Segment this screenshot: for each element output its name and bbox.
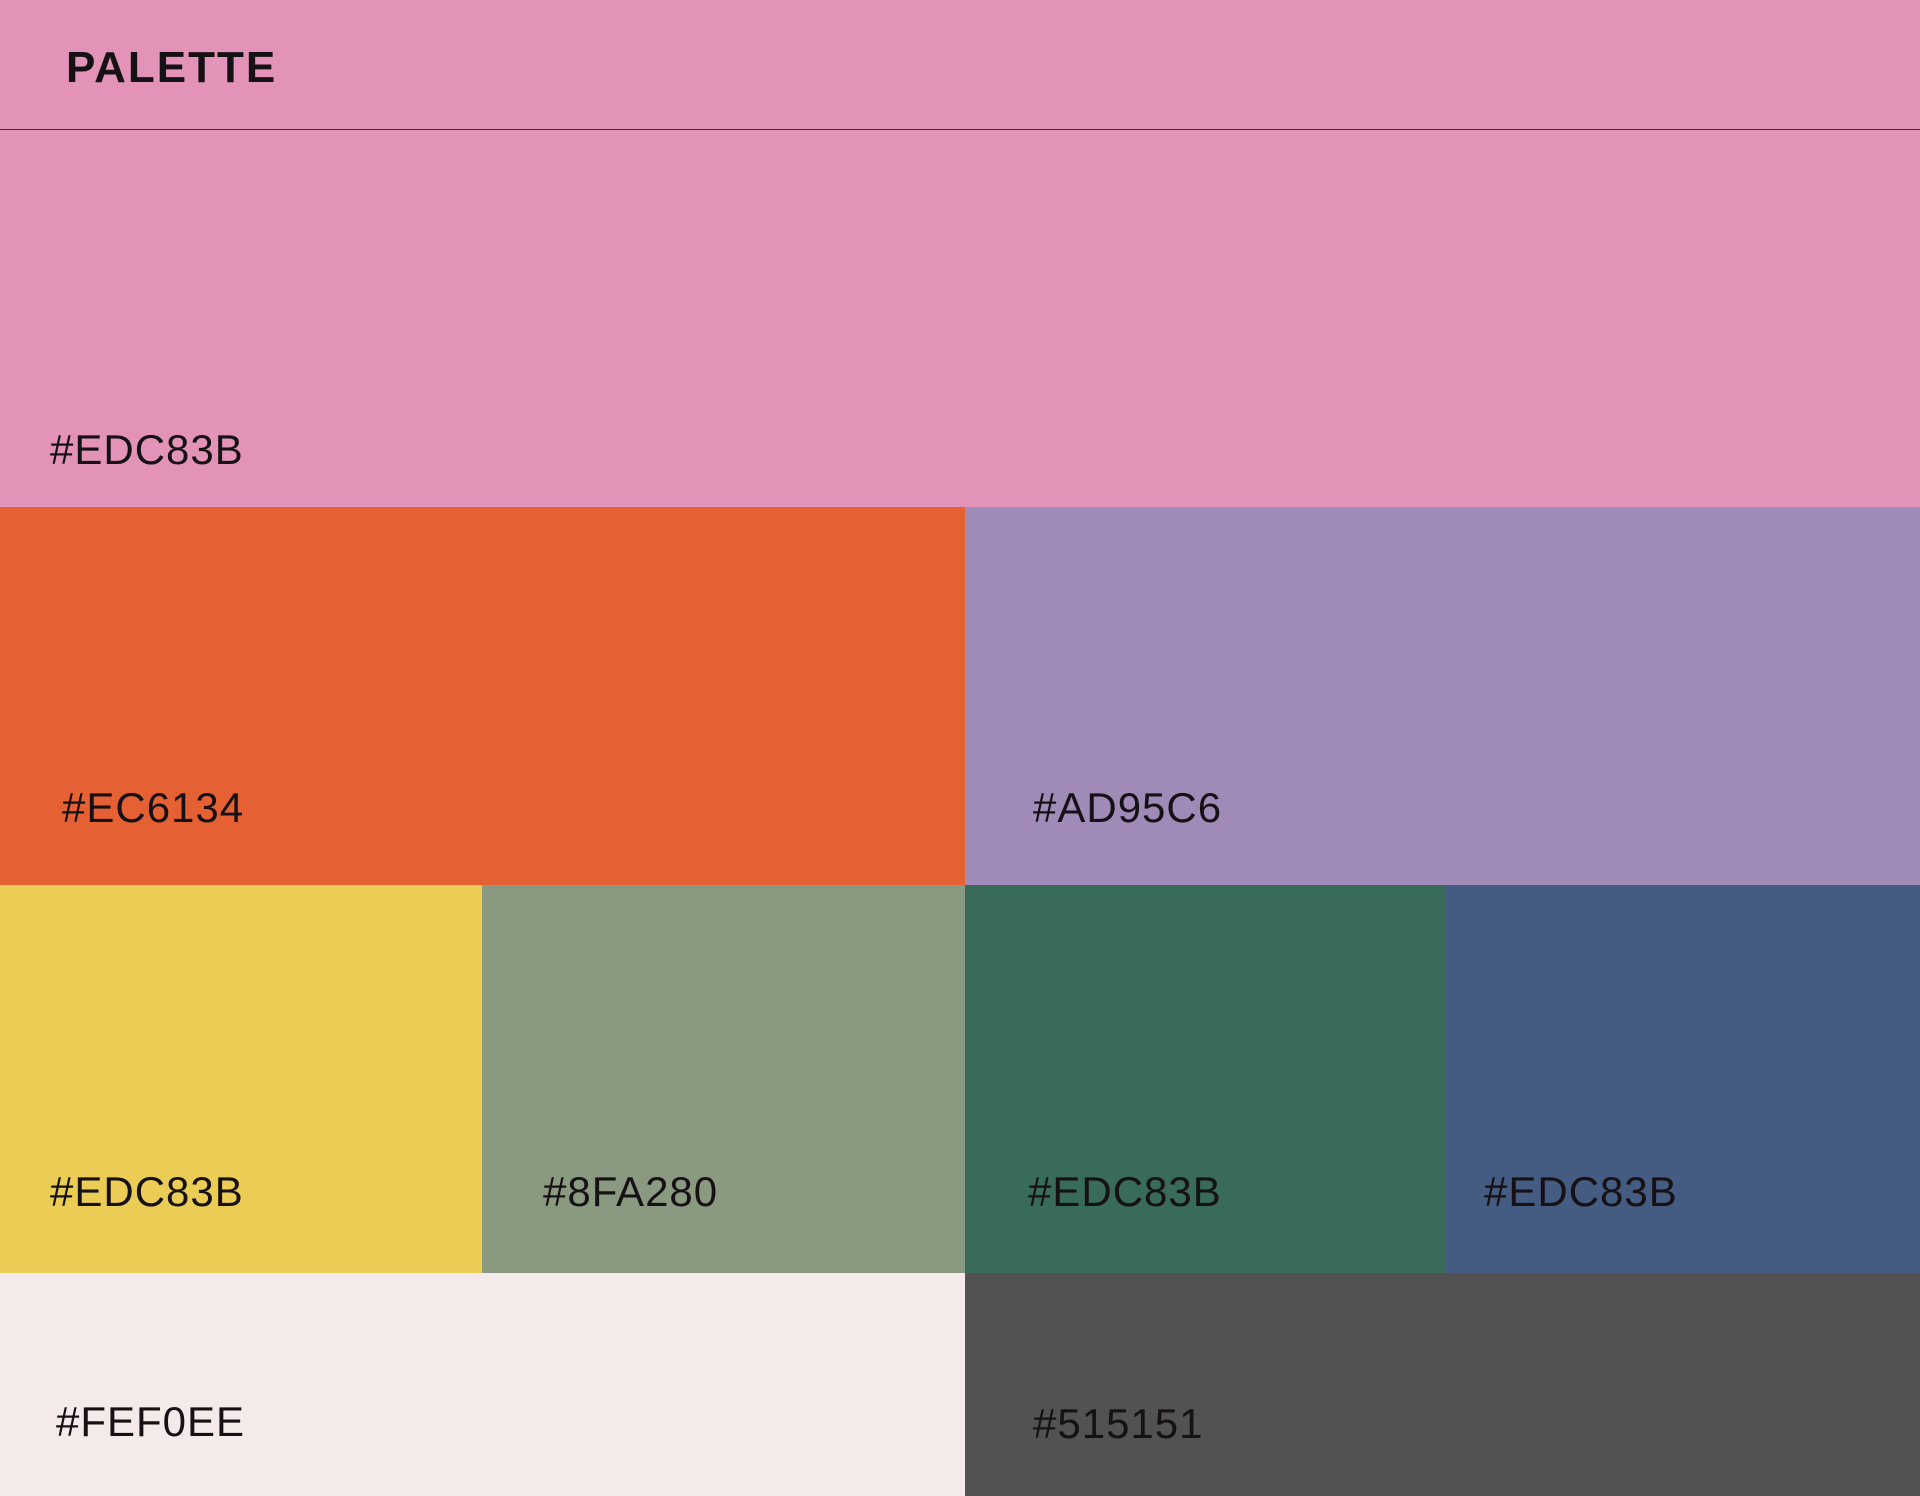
swatch-row-3-first: #EDC83B [0,885,482,1273]
swatch-row-4-left: #FEF0EE [0,1273,965,1496]
swatch-hex-label: #EC6134 [62,784,245,831]
page-title: PALETTE [66,43,278,92]
swatch-hex-label: #EDC83B [1484,1168,1678,1215]
swatch-hex-label: #AD95C6 [1033,784,1223,831]
swatch-hex-label: #EDC83B [50,1168,244,1215]
swatch-hex-label: #EDC83B [50,426,244,473]
swatch-row-1: #EDC83B [0,131,1920,507]
swatch-row-3-third: #EDC83B [965,885,1445,1273]
swatch-row-3-fourth: #EDC83B [1445,885,1920,1273]
palette-header: PALETTE [0,0,1920,130]
swatch-hex-label: #EDC83B [1028,1168,1222,1215]
swatch-hex-label: #8FA280 [543,1168,719,1215]
swatch-row-3-second: #8FA280 [482,885,965,1273]
swatch-row-4-right: #515151 [965,1273,1920,1496]
palette-page: PALETTE #EDC83B #EC6134 #AD95C6 #EDC83B … [0,0,1920,1496]
swatch-row-2-left: #EC6134 [0,507,965,885]
swatch-hex-label: #515151 [1033,1400,1204,1447]
swatch-row-2-right: #AD95C6 [965,507,1920,885]
swatch-hex-label: #FEF0EE [56,1398,246,1445]
